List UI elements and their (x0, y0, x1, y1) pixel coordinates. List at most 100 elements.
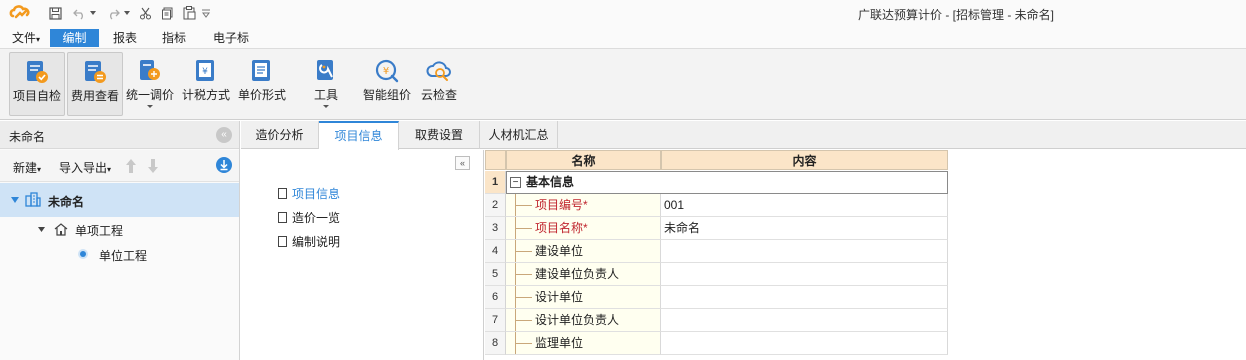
menu-bar: 文件▾ 编制 报表 指标 电子标 (0, 28, 1246, 48)
name-cell[interactable]: 建设单位 (506, 240, 661, 263)
nav-item-preparation-notes[interactable]: 编制说明 (278, 233, 340, 249)
table-row[interactable]: 2 项目编号* 001 (485, 194, 948, 217)
tree-node-single-project[interactable]: 单项工程 (75, 222, 123, 239)
main-tab-bar: 造价分析 项目信息 取费设置 人材机汇总 (241, 121, 1246, 150)
group-label: 基本信息 (526, 175, 575, 189)
content-cell[interactable]: 001 (661, 194, 948, 217)
row-number: 7 (485, 309, 506, 332)
grid-corner-cell (485, 150, 506, 170)
save-icon[interactable] (47, 5, 63, 21)
tree-line (515, 343, 532, 344)
title-bar: 广联达预算计价 - [招标管理 - 未命名] (0, 0, 1246, 28)
nav-item-project-info[interactable]: 项目信息 (278, 185, 340, 201)
name-cell[interactable]: 建设单位负责人 (506, 263, 661, 286)
svg-text:¥: ¥ (383, 66, 389, 77)
paste-icon[interactable] (181, 5, 197, 21)
menu-indicators[interactable]: 指标 (155, 29, 193, 47)
unified-price-adjust-label: 统一调价 (125, 88, 174, 102)
menu-file-dropdown-icon: ▾ (36, 35, 41, 44)
collapse-group-icon[interactable]: − (510, 177, 521, 188)
new-button-label: 新建 (13, 161, 38, 175)
cloud-check-button[interactable]: 云检查 (417, 52, 461, 116)
nav-item-cost-overview[interactable]: 造价一览 (278, 209, 340, 225)
copy-icon[interactable] (159, 5, 175, 21)
content-cell[interactable] (661, 240, 948, 263)
smart-pricing-button[interactable]: ¥ 智能组价 (361, 52, 413, 116)
table-row[interactable]: 3 项目名称* 未命名 (485, 217, 948, 240)
cost-view-button[interactable]: 费用查看 (67, 52, 123, 116)
content-cell[interactable] (661, 286, 948, 309)
import-export-label: 导入导出 (59, 161, 108, 175)
cloud-check-label: 云检查 (420, 88, 457, 102)
tools-button[interactable]: 工具 (304, 52, 348, 116)
field-label: 设计单位负责人 (535, 313, 620, 327)
undo-icon[interactable] (71, 5, 87, 21)
undo-dropdown-icon[interactable] (89, 5, 97, 21)
tree-line (515, 320, 532, 321)
svg-text:¥: ¥ (202, 67, 208, 77)
menu-edit[interactable]: 编制 (50, 29, 99, 47)
tax-method-label: 计税方式 (181, 88, 230, 102)
field-label: 设计单位 (535, 290, 584, 304)
tax-method-button[interactable]: ¥ 计税方式 (180, 52, 232, 116)
row-number: 6 (485, 286, 506, 309)
smart-pricing-label: 智能组价 (362, 88, 411, 102)
tab-labor-material-summary[interactable]: 人材机汇总 (480, 121, 558, 149)
name-cell[interactable]: 项目编号* (506, 194, 661, 217)
tree-line (515, 274, 532, 275)
table-row[interactable]: 8 监理单位 (485, 332, 948, 355)
download-icon[interactable] (216, 157, 232, 173)
expand-arrow-icon[interactable] (38, 227, 45, 232)
table-row-group[interactable]: 1 − 基本信息 (485, 171, 948, 194)
tab-fee-settings[interactable]: 取费设置 (399, 121, 480, 149)
window-title: 广联达预算计价 - [招标管理 - 未命名] (858, 8, 1054, 22)
table-row[interactable]: 5 建设单位负责人 (485, 263, 948, 286)
tree-node-unit-project[interactable]: 单位工程 (99, 247, 147, 264)
tree-node-project[interactable]: 未命名 (0, 183, 239, 217)
tree-line (515, 297, 532, 298)
table-row[interactable]: 4 建设单位 (485, 240, 948, 263)
column-header-content[interactable]: 内容 (661, 150, 948, 170)
import-export-dropdown-icon: ▾ (107, 165, 112, 174)
expand-arrow-icon[interactable] (11, 197, 19, 203)
content-cell[interactable] (661, 332, 948, 355)
tree-line (515, 205, 532, 206)
project-check-label: 项目自检 (12, 89, 61, 103)
column-header-name[interactable]: 名称 (506, 150, 661, 170)
menu-reports[interactable]: 报表 (106, 29, 144, 47)
content-cell[interactable] (661, 309, 948, 332)
unit-price-form-icon (252, 60, 270, 81)
import-export-button[interactable]: 导入导出▾ (59, 159, 111, 176)
row-number: 8 (485, 332, 506, 355)
name-cell[interactable]: 监理单位 (506, 332, 661, 355)
cut-icon[interactable] (137, 5, 153, 21)
unified-price-adjust-icon (140, 60, 160, 80)
unit-project-dot-icon (80, 251, 86, 257)
unit-price-form-button[interactable]: 单价形式 (236, 52, 288, 116)
unified-price-adjust-button[interactable]: 统一调价 (125, 52, 175, 116)
name-cell[interactable]: 设计单位 (506, 286, 661, 309)
collapse-panel-icon[interactable]: « (216, 127, 232, 143)
move-down-icon[interactable] (147, 158, 159, 174)
tools-dropdown-icon (323, 105, 329, 108)
content-cell[interactable] (661, 263, 948, 286)
field-label-required: 项目编号* (535, 198, 588, 212)
new-button[interactable]: 新建▾ (13, 159, 41, 176)
project-tree-toolbar: 新建▾ 导入导出▾ (0, 150, 239, 182)
redo-dropdown-icon[interactable] (123, 5, 131, 21)
menu-file[interactable]: 文件▾ (6, 29, 46, 47)
group-cell[interactable]: − 基本信息 (506, 171, 948, 194)
name-cell[interactable]: 设计单位负责人 (506, 309, 661, 332)
tab-project-info[interactable]: 项目信息 (319, 121, 399, 150)
customize-toolbar-icon[interactable] (200, 5, 212, 21)
redo-icon[interactable] (105, 5, 121, 21)
move-up-icon[interactable] (125, 158, 137, 174)
menu-e-bid[interactable]: 电子标 (206, 29, 256, 47)
nav-collapse-button[interactable]: « (455, 156, 470, 170)
content-cell[interactable]: 未命名 (661, 217, 948, 240)
name-cell[interactable]: 项目名称* (506, 217, 661, 240)
project-check-button[interactable]: 项目自检 (9, 52, 65, 116)
table-row[interactable]: 7 设计单位负责人 (485, 309, 948, 332)
table-row[interactable]: 6 设计单位 (485, 286, 948, 309)
tab-cost-analysis[interactable]: 造价分析 (241, 121, 319, 149)
